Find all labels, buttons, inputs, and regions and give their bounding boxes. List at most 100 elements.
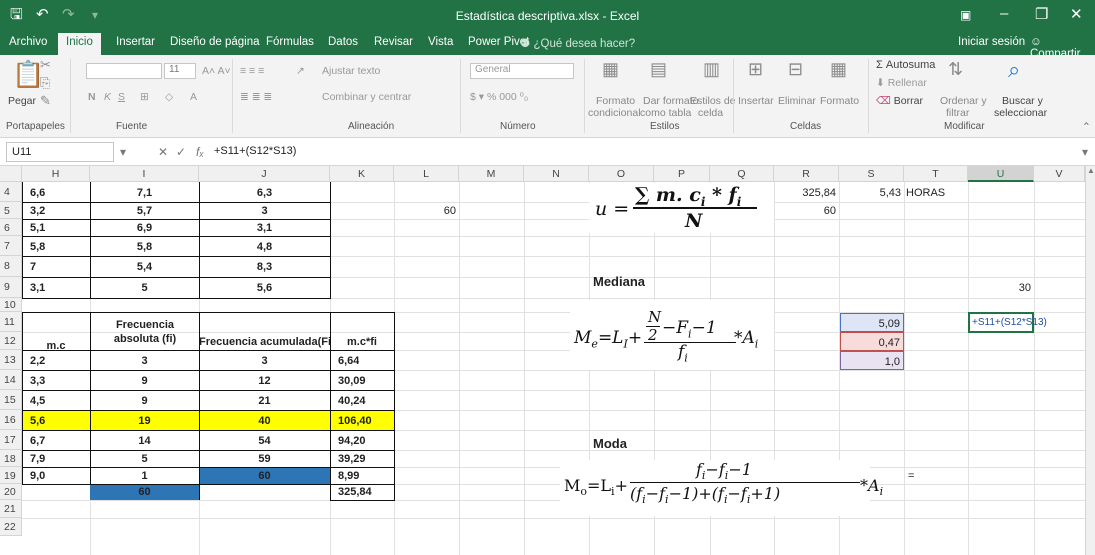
cell-styles-icon[interactable]: ▥ — [703, 59, 720, 80]
row-header-19[interactable]: 19 — [0, 467, 22, 484]
table-cell[interactable]: 21 — [199, 395, 330, 407]
total-fi-cell[interactable]: 60 — [90, 486, 199, 498]
sort-filter-icon[interactable]: ⇅ — [948, 59, 963, 80]
tab-vista[interactable]: Vista — [428, 36, 453, 48]
table-cell[interactable]: 5,6 — [30, 415, 45, 427]
select-all-corner[interactable] — [0, 166, 22, 182]
cell-s4[interactable]: 5,43 — [839, 187, 904, 199]
italic-icon[interactable]: K — [104, 91, 111, 103]
column-header-t[interactable]: T — [904, 166, 968, 182]
cell-r5[interactable]: 60 — [774, 205, 839, 217]
minimize-button[interactable]: – — [1000, 5, 1008, 22]
align-left-icon[interactable]: ≣ ≣ ≣ — [240, 91, 272, 103]
format-label[interactable]: Formato — [820, 95, 859, 107]
row-header-16[interactable]: 16 — [0, 410, 22, 430]
font-color-icon[interactable]: A — [190, 91, 197, 103]
column-header-k[interactable]: K — [330, 166, 394, 182]
column-header-s[interactable]: S — [839, 166, 904, 182]
format-painter-icon[interactable]: ✎ — [40, 93, 51, 109]
expand-formula-bar-icon[interactable]: ▾ — [1082, 145, 1088, 159]
orientation-icon[interactable]: ↗ — [296, 65, 305, 77]
paste-label[interactable]: Pegar — [8, 95, 36, 107]
table-cell[interactable]: 6,64 — [338, 355, 359, 367]
name-box-dropdown-icon[interactable]: ▾ — [120, 145, 126, 159]
row-header-10[interactable]: 10 — [0, 298, 22, 312]
table-cell[interactable]: 9 — [90, 395, 199, 407]
table-cell[interactable]: 5,4 — [90, 261, 199, 273]
cell-l5[interactable]: 60 — [394, 205, 459, 217]
fill-button[interactable]: ⬇ Rellenar — [876, 77, 927, 89]
conditional-format-icon[interactable]: ▦ — [602, 59, 619, 80]
fill-color-icon[interactable]: ◇ — [165, 91, 173, 103]
row-header-7[interactable]: 7 — [0, 236, 22, 256]
row-header-15[interactable]: 15 — [0, 390, 22, 410]
delete-cells-icon[interactable]: ⊟ — [788, 59, 803, 80]
bold-icon[interactable]: N — [88, 91, 96, 103]
sort-filter-label[interactable]: Ordenar y — [940, 95, 987, 107]
row-header-11[interactable]: 11 — [0, 312, 22, 332]
table-cell[interactable]: 30,09 — [338, 375, 366, 387]
row-header-8[interactable]: 8 — [0, 256, 22, 277]
underline-icon[interactable]: S — [118, 91, 125, 103]
merge-center-button[interactable]: Combinar y centrar — [322, 91, 411, 103]
row-header-17[interactable]: 17 — [0, 430, 22, 450]
tab-formulas[interactable]: Fórmulas — [266, 36, 314, 48]
table-cell[interactable]: 9,0 — [30, 470, 45, 482]
close-button[interactable]: ✕ — [1070, 5, 1083, 23]
insert-label[interactable]: Insertar — [738, 95, 774, 107]
tab-diseno-pagina[interactable]: Diseño de página — [170, 36, 260, 48]
row-header-4[interactable]: 4 — [0, 182, 22, 202]
borders-icon[interactable]: ⊞ — [140, 91, 149, 103]
row-header-14[interactable]: 14 — [0, 370, 22, 390]
table-cell[interactable]: 8,99 — [338, 470, 359, 482]
currency-icon[interactable]: $ ▾ % 000 ⁰₀ — [470, 91, 528, 103]
table-cell[interactable]: 40 — [199, 415, 330, 427]
row-header-21[interactable]: 21 — [0, 500, 22, 518]
cell-r4[interactable]: 325,84 — [774, 187, 839, 199]
cell-u9[interactable]: 30 — [968, 282, 1034, 294]
grow-font-icon[interactable]: A˄ A˅ — [202, 65, 231, 77]
table-cell[interactable]: 5,1 — [30, 222, 45, 234]
column-header-m[interactable]: M — [459, 166, 524, 182]
column-header-h[interactable]: H — [22, 166, 90, 182]
table-cell[interactable]: 1 — [90, 470, 199, 482]
number-format-select[interactable]: General — [470, 63, 574, 79]
table-cell[interactable]: 60 — [199, 470, 330, 482]
table-cell[interactable]: 7 — [30, 261, 36, 273]
table-cell[interactable]: 3,2 — [30, 205, 45, 217]
name-box[interactable]: U11 — [6, 142, 114, 162]
tell-me-search[interactable]: ⚉ ¿Qué desea hacer? — [520, 36, 635, 50]
cell-s12[interactable]: 0,47 — [840, 332, 904, 351]
find-select-label[interactable]: Buscar y — [1002, 95, 1043, 107]
column-header-q[interactable]: Q — [710, 166, 774, 182]
table-cell[interactable]: 94,20 — [338, 435, 366, 447]
table-cell[interactable]: 8,3 — [199, 261, 330, 273]
vertical-scrollbar[interactable]: ▲ — [1085, 166, 1095, 555]
table-cell[interactable]: 3 — [199, 355, 330, 367]
worksheet-grid[interactable]: H I J K L M N O P Q R S T U V 4 5 6 7 8 … — [0, 166, 1095, 555]
row-header-22[interactable]: 22 — [0, 518, 22, 536]
cancel-icon[interactable]: ✕ — [158, 145, 168, 159]
table-cell[interactable]: 5,7 — [90, 205, 199, 217]
table-cell[interactable]: 5,8 — [90, 241, 199, 253]
row-header-9[interactable]: 9 — [0, 277, 22, 298]
delete-label[interactable]: Eliminar — [778, 95, 816, 107]
wrap-text-button[interactable]: Ajustar texto — [322, 65, 380, 77]
column-header-n[interactable]: N — [524, 166, 589, 182]
column-header-o[interactable]: O — [589, 166, 654, 182]
row-header-13[interactable]: 13 — [0, 350, 22, 370]
table-cell[interactable]: 6,9 — [90, 222, 199, 234]
column-header-p[interactable]: P — [654, 166, 710, 182]
table-cell[interactable]: 7,1 — [90, 187, 199, 199]
row-header-12[interactable]: 12 — [0, 332, 22, 350]
column-header-l[interactable]: L — [394, 166, 459, 182]
conditional-format-label[interactable]: Formato — [596, 95, 635, 107]
insert-function-icon[interactable]: fₓ — [196, 145, 204, 159]
cell-s11[interactable]: 5,09 — [840, 313, 904, 332]
table-cell[interactable]: 5 — [90, 282, 199, 294]
table-cell[interactable]: 40,24 — [338, 395, 366, 407]
table-cell[interactable]: 3,1 — [199, 222, 330, 234]
clear-button[interactable]: ⌫ Borrar — [876, 95, 923, 107]
autosum-button[interactable]: Σ Autosuma — [876, 59, 935, 71]
column-header-v[interactable]: V — [1034, 166, 1085, 182]
